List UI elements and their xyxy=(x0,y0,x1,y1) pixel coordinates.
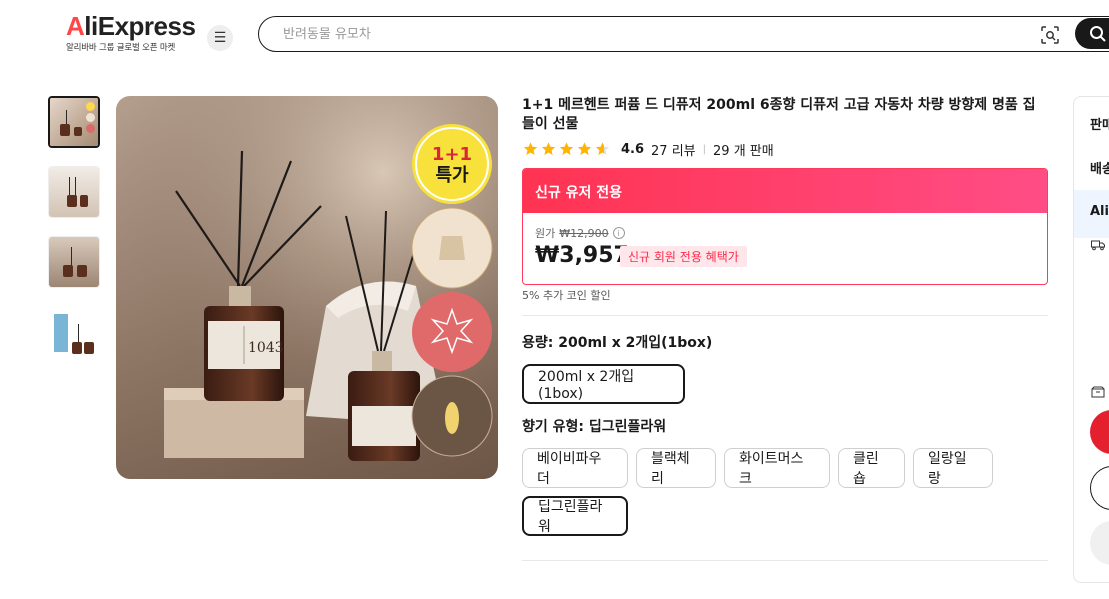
scent-option[interactable]: 일랑일랑 xyxy=(913,448,993,488)
scent-option[interactable]: 베이비파우더 xyxy=(522,448,628,488)
thumb-bottle xyxy=(84,342,94,354)
thumb-stick xyxy=(71,247,72,267)
thumb-bottle xyxy=(63,265,73,277)
capacity-option[interactable]: 200ml x 2개입(1box) xyxy=(522,364,685,404)
capacity-label: 용량: 200ml x 2개입(1box) xyxy=(522,335,713,351)
review-count[interactable]: 27 리뷰 xyxy=(651,140,696,159)
box-icon xyxy=(1091,386,1105,398)
thumbnail-list xyxy=(48,96,102,376)
separator: | xyxy=(702,143,707,155)
thumbnail[interactable] xyxy=(48,96,100,148)
thumb-stick xyxy=(78,324,79,342)
thumb-box xyxy=(54,314,68,352)
wishlist-button[interactable] xyxy=(1090,521,1109,565)
search-bar xyxy=(258,16,1109,52)
search-button[interactable] xyxy=(1075,18,1109,49)
divider xyxy=(522,560,1048,561)
scent-option[interactable]: 클린숍 xyxy=(838,448,905,488)
thumb-bottle xyxy=(60,124,70,136)
thumb-bottle xyxy=(67,195,77,207)
scent-option-selected[interactable]: 딥그린플라워 xyxy=(522,496,628,536)
thumb-bottle xyxy=(74,127,82,136)
aliexpress-logo[interactable]: AliExpress 알리바바 그룹 글로벌 오픈 마켓 xyxy=(66,11,196,53)
sold-count: 29 개 판매 xyxy=(713,143,774,159)
info-icon[interactable]: i xyxy=(612,227,625,239)
thumbnail[interactable] xyxy=(48,236,100,288)
star-icon xyxy=(577,142,592,155)
thumb-bottle xyxy=(72,342,82,354)
star-icon xyxy=(559,142,574,155)
original-price-label: 원가 xyxy=(535,227,556,240)
magnifier-icon xyxy=(1090,26,1106,42)
star-icon xyxy=(523,142,538,155)
svg-text:특가: 특가 xyxy=(435,165,469,186)
product-title: 1+1 메르헨트 퍼퓸 드 디퓨저 200ml 6종향 디퓨저 고급 자동차 차… xyxy=(522,97,1036,132)
original-price: ₩12,900 xyxy=(559,226,609,240)
thumb-bottle xyxy=(80,195,88,207)
svg-text:1043: 1043 xyxy=(248,340,284,356)
side-seller-label[interactable]: 판매 xyxy=(1090,114,1109,133)
promo-header: 신규 유저 전용 xyxy=(523,169,1047,213)
scent-label: 향기 유형: 딥그린플라워 xyxy=(522,419,667,435)
scent-option[interactable]: 블랙체리 xyxy=(636,448,716,488)
thumbnail-image xyxy=(49,167,99,217)
coin-discount-note: 5% 추가 코인 할인 xyxy=(522,289,611,302)
add-to-cart-button[interactable] xyxy=(1090,466,1109,510)
purchase-side-panel: 판매 배송 Ali xyxy=(1073,96,1109,583)
rating-value: 4.6 xyxy=(621,141,645,157)
price-badge: 신규 회원 전용 혜택가 xyxy=(620,246,747,267)
promo-box: 신규 유저 전용 원가 ₩12,900 i ₩3,957 신규 회원 전용 혜택… xyxy=(522,168,1048,285)
svg-text:1+1: 1+1 xyxy=(432,144,472,165)
side-ali-label: Ali xyxy=(1090,204,1109,219)
sale-price: ₩3,957 xyxy=(535,243,629,268)
rating-row[interactable]: 4.6 27 리뷰 | 29 개 판매 xyxy=(522,140,774,159)
star-icon xyxy=(541,142,556,155)
thumb-badge xyxy=(86,113,95,122)
hamburger-icon: ☰ xyxy=(213,30,227,46)
divider xyxy=(522,315,1048,316)
thumbnail[interactable] xyxy=(48,306,100,358)
thumb-badge xyxy=(86,102,95,111)
menu-button[interactable]: ☰ xyxy=(207,25,233,51)
half-star-icon xyxy=(595,142,610,155)
product-photo: 1043 1+1 특가 xyxy=(116,96,498,479)
scent-option[interactable]: 화이트머스크 xyxy=(724,448,830,488)
thumbnail[interactable] xyxy=(48,166,100,218)
buy-now-button[interactable] xyxy=(1090,410,1109,454)
thumb-stick xyxy=(75,177,76,197)
original-price-row: 원가 ₩12,900 i xyxy=(535,225,625,241)
thumbnail-image xyxy=(49,237,99,287)
logo-subtitle: 알리바바 그룹 글로벌 오픈 마켓 xyxy=(66,43,176,53)
thumb-stick xyxy=(69,177,70,197)
thumb-badge xyxy=(86,124,95,133)
logo-text: AliExpress xyxy=(66,11,196,41)
main-product-image[interactable]: 1043 1+1 특가 xyxy=(116,96,498,479)
side-shipping-label[interactable]: 배송 xyxy=(1090,158,1109,177)
truck-icon xyxy=(1091,240,1105,251)
search-input[interactable] xyxy=(281,24,1001,44)
camera-search-icon[interactable] xyxy=(1039,24,1061,46)
star-rating xyxy=(522,141,611,157)
thumb-bottle xyxy=(77,265,87,277)
